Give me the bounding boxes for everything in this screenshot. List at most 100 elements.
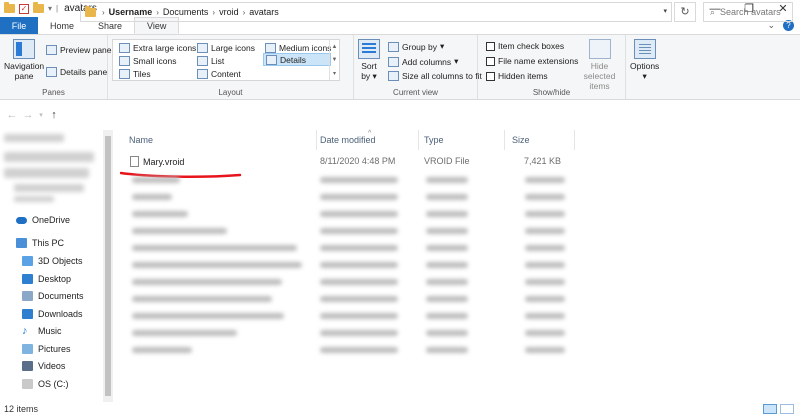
nav-this-pc[interactable]: This PC	[16, 238, 64, 248]
sort-by-button[interactable]: Sort by ▾	[358, 39, 380, 81]
details-pane-button[interactable]: Details pane	[46, 67, 107, 77]
breadcrumb-username[interactable]: Username	[109, 7, 153, 17]
nav-label: Videos	[38, 361, 66, 371]
item-check-boxes-toggle[interactable]: Item check boxes	[486, 41, 564, 51]
file-row[interactable]: Mary.vroid 8/11/2020 4:48 PM VROID File …	[116, 154, 576, 170]
address-row: ← → ▾ ↑	[0, 103, 800, 127]
redacted-text	[426, 279, 468, 285]
tab-file[interactable]: File	[0, 17, 38, 34]
column-divider[interactable]	[574, 130, 575, 150]
nav-videos[interactable]: Videos	[22, 361, 65, 371]
large-icons-view-icon[interactable]	[780, 404, 794, 414]
new-folder-icon[interactable]	[33, 2, 44, 13]
list-icon	[197, 55, 208, 66]
layout-item-label: Medium icons	[279, 42, 332, 53]
customize-toolbar-chevron-icon[interactable]: ▾	[48, 4, 52, 13]
nav-pictures[interactable]: Pictures	[22, 344, 71, 354]
layout-small-icons[interactable]: Small icons	[117, 54, 178, 67]
tab-home[interactable]: Home	[38, 17, 86, 34]
nav-music[interactable]: ♪ Music	[22, 326, 62, 337]
details-view-icon[interactable]	[763, 404, 777, 414]
layout-extra-large-icons[interactable]: Extra large icons	[117, 41, 198, 54]
redacted-text	[426, 194, 468, 200]
nav-onedrive[interactable]: OneDrive	[16, 215, 70, 225]
address-history-chevron-icon[interactable]: ▾	[663, 7, 667, 15]
chevron-right-icon[interactable]: ›	[156, 8, 159, 17]
group-by-button[interactable]: Group by ▾	[388, 41, 444, 52]
navigation-pane-button[interactable]: Navigation pane	[4, 39, 44, 81]
recent-locations-chevron-icon[interactable]: ▾	[36, 111, 46, 119]
file-name-extensions-toggle[interactable]: File name extensions	[486, 56, 578, 66]
redacted-text	[320, 177, 398, 183]
checkbox[interactable]	[486, 71, 495, 81]
nav-pane-scroll-thumb[interactable]	[105, 136, 111, 396]
options-button[interactable]: Options ▾	[630, 39, 659, 81]
redacted-text	[525, 296, 565, 302]
expand-gallery-icon[interactable]: ▾	[333, 70, 336, 77]
chevron-right-icon[interactable]: ›	[243, 8, 246, 17]
file-name[interactable]: Mary.vroid	[130, 156, 184, 167]
layout-item-label: List	[211, 55, 225, 66]
nav-downloads[interactable]: Downloads	[22, 309, 83, 319]
nav-os-c[interactable]: OS (C:)	[22, 379, 69, 389]
add-columns-button[interactable]: Add columns ▾	[388, 56, 458, 67]
layout-large-icons[interactable]: Large icons	[195, 41, 257, 54]
column-divider[interactable]	[504, 130, 505, 150]
layout-item-label: Details	[280, 54, 306, 65]
layout-tiles[interactable]: Tiles	[117, 67, 153, 80]
redacted-text	[320, 262, 398, 268]
column-type[interactable]: Type	[424, 135, 444, 145]
column-divider[interactable]	[418, 130, 419, 150]
nav-3d-objects[interactable]: 3D Objects	[22, 256, 83, 266]
redacted-text	[525, 228, 565, 234]
redacted-text	[426, 211, 468, 217]
breadcrumb-vroid[interactable]: vroid	[219, 7, 239, 17]
checkbox[interactable]	[486, 41, 495, 51]
layout-gallery-scroll[interactable]: ▲ ▼ ▾	[329, 40, 339, 80]
size-columns-button[interactable]: Size all columns to fit	[388, 71, 482, 81]
item-check-boxes-label: Item check boxes	[498, 41, 565, 51]
preview-pane-button[interactable]: Preview pane	[46, 45, 112, 55]
breadcrumb-avatars[interactable]: avatars	[249, 7, 279, 17]
properties-icon[interactable]: ✓	[19, 3, 29, 14]
layout-list[interactable]: List	[195, 54, 226, 67]
layout-content[interactable]: Content	[195, 67, 243, 80]
nav-pane-scrollbar[interactable]	[103, 130, 113, 402]
breadcrumb-documents[interactable]: Documents	[163, 7, 209, 17]
layout-details[interactable]: Details	[263, 53, 331, 66]
refresh-icon[interactable]: ↻	[674, 2, 696, 22]
redacted-text	[525, 194, 565, 200]
hidden-items-toggle[interactable]: Hidden items	[486, 71, 548, 81]
redacted-text	[525, 262, 565, 268]
column-divider[interactable]	[316, 130, 317, 150]
group-by-label: Group by	[402, 41, 437, 52]
nav-documents[interactable]: Documents	[22, 291, 84, 301]
redacted-item	[14, 196, 54, 202]
forward-arrow-icon[interactable]: →	[20, 109, 36, 121]
redacted-text	[132, 228, 227, 234]
column-date-modified[interactable]: Date modified	[320, 135, 376, 145]
column-name[interactable]: Name	[129, 135, 153, 145]
desktop-icon	[22, 274, 33, 284]
scroll-down-icon[interactable]: ▼	[332, 57, 338, 63]
sort-by-label: Sort	[361, 61, 377, 71]
redacted-text	[426, 262, 468, 268]
search-box[interactable]: ⌕ Search avatars	[703, 2, 793, 22]
nav-label: Desktop	[38, 274, 72, 284]
address-bar[interactable]: › Username › Documents › vroid › avatars…	[80, 2, 672, 22]
chevron-right-icon[interactable]: ›	[102, 8, 105, 17]
hide-selected-icon	[588, 39, 611, 59]
checkbox[interactable]	[486, 56, 495, 66]
search-icon: ⌕	[710, 6, 716, 17]
chevron-right-icon[interactable]: ›	[212, 8, 215, 17]
column-size[interactable]: Size	[512, 135, 530, 145]
show-hide-group: Item check boxes File name extensions Hi…	[478, 35, 626, 99]
scroll-up-icon[interactable]: ▲	[332, 44, 338, 50]
back-arrow-icon[interactable]: ←	[4, 109, 20, 121]
details-pane-label: Details pane	[60, 67, 108, 77]
computer-icon	[16, 238, 27, 248]
up-arrow-icon[interactable]: ↑	[46, 109, 62, 121]
group-by-icon	[388, 41, 399, 52]
nav-desktop[interactable]: Desktop	[22, 274, 71, 284]
hide-selected-items-button[interactable]: Hide selected items	[574, 39, 625, 91]
